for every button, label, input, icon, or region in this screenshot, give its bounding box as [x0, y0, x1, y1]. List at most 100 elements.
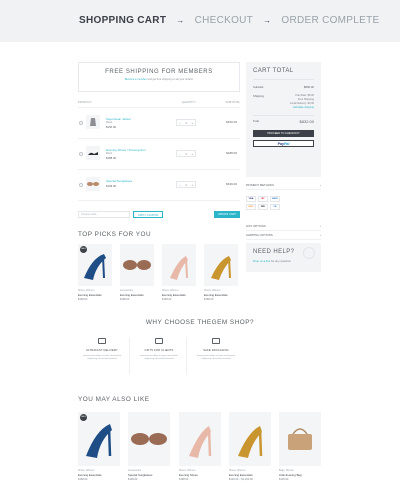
visa-icon: VISA [246, 196, 256, 202]
feature-title: GIFTS FOR CLIENTS [144, 349, 174, 352]
truck-icon [98, 338, 106, 344]
top-picks-title: TOP PICKS FOR YOU [78, 231, 152, 238]
calculate-shipping-link[interactable]: Calculate shipping [293, 106, 314, 109]
quantity-value[interactable]: 1 [185, 121, 187, 125]
product-category[interactable]: Shoes, Women [204, 289, 238, 292]
plus-icon[interactable]: + [191, 183, 193, 187]
product-image[interactable] [229, 412, 271, 466]
remove-item-icon[interactable] [79, 121, 83, 125]
feature-divider [129, 337, 130, 375]
gift-options-toggle[interactable]: GIFT OPTIONS › [246, 222, 321, 231]
product-category[interactable]: Shoes, Women [179, 469, 221, 472]
amex-icon: AMEX [270, 196, 280, 202]
product-category[interactable]: Shoes, Women [229, 469, 271, 472]
product-category[interactable]: Accessories [120, 289, 154, 292]
cart-row: Evening Shoes / Dovengolem Black $188.00… [78, 139, 240, 170]
product-name[interactable]: Evening Essentials [78, 293, 112, 297]
apply-coupon-button[interactable]: APPLY COUPON [133, 211, 164, 218]
cart-total-title: CART TOTAL [253, 68, 314, 80]
product-image[interactable] [120, 244, 154, 286]
shipping-options-toggle[interactable]: SHIPPING OPTIONS › [246, 231, 321, 240]
step-checkout[interactable]: CHECKOUT [195, 15, 254, 26]
product-name[interactable]: Evening Essentials [204, 293, 238, 297]
product-card[interactable]: Accessories Evening Essentials $168.00 [120, 244, 154, 301]
payment-methods-toggle[interactable]: PAYMENT METHODS › [246, 183, 321, 190]
product-image[interactable] [179, 412, 221, 466]
product-card[interactable]: Accessories Special Sunglasses $199.00 [128, 412, 170, 481]
product-name[interactable]: Evening Essentials [229, 473, 271, 477]
product-card[interactable]: Shoes, Women Evening Shoes $188.00 [179, 412, 221, 481]
applepay-icon: PAY [258, 204, 268, 210]
update-cart-button[interactable]: UPDATE CART [213, 211, 240, 218]
product-name[interactable]: Evening Shoes [179, 473, 221, 477]
banner-text-post: and get free shipping on all your orders… [146, 78, 194, 81]
coupon-input[interactable]: Coupon code [78, 211, 130, 218]
sale-badge: SALE [80, 414, 87, 421]
proceed-checkout-button[interactable]: PROCEED TO CHECKOUT [253, 130, 314, 137]
product-category[interactable]: Shoes, Women [78, 469, 120, 472]
shipping-options[interactable]: Flat Rate: $5.00 Free Shipping Local Del… [290, 94, 314, 110]
gift-options-label: GIFT OPTIONS [246, 224, 266, 228]
item-name[interactable]: Special Sunglasses [106, 179, 132, 183]
gift-icon [155, 338, 163, 344]
minus-icon[interactable]: − [179, 121, 181, 125]
subtotal-value: $800.00 [303, 85, 314, 89]
product-card[interactable]: SALE Shoes, Women Evening Essentials $16… [78, 244, 112, 301]
product-card[interactable]: Bags, Women Little Evening Bag $135.00 [279, 412, 321, 481]
product-card[interactable]: Shoes, Women Evening Essentials $120.00 … [229, 412, 271, 481]
drop-us-line-link[interactable]: Drop us a line [253, 259, 270, 263]
paypal-logo-pal: Pal [284, 142, 290, 146]
col-product: PRODUCT [78, 100, 92, 104]
sale-badge: SALE [80, 246, 87, 253]
minus-icon[interactable]: − [179, 152, 181, 156]
banner-title: FREE SHIPPING FOR MEMBERS [105, 69, 213, 75]
total-value: $832.00 [299, 119, 314, 124]
cart-row: Special Sunglasses $199.00 −1 + $199.00 [78, 170, 240, 201]
product-image[interactable] [279, 412, 321, 466]
quantity-stepper[interactable]: −1 + [176, 119, 196, 126]
product-name[interactable]: Evening Essentials [120, 293, 154, 297]
become-member-link[interactable]: Become a member [125, 78, 147, 81]
item-variant: Black [106, 152, 113, 155]
remove-item-icon[interactable] [79, 152, 83, 156]
quantity-stepper[interactable]: −1 + [176, 181, 196, 188]
product-card[interactable]: Shoes, Women Evening Essentials $168.00 [162, 244, 196, 301]
product-image[interactable] [162, 244, 196, 286]
product-category[interactable]: Bags, Women [279, 469, 321, 472]
plus-icon[interactable]: + [191, 121, 193, 125]
product-price: $168.00 [120, 298, 130, 301]
remove-item-icon[interactable] [79, 183, 83, 187]
product-category[interactable]: Shoes, Women [78, 289, 112, 292]
product-thumbnail[interactable] [86, 115, 100, 129]
quantity-value[interactable]: 1 [185, 152, 187, 156]
product-name[interactable]: Evening Essentials [162, 293, 196, 297]
quantity-value[interactable]: 1 [185, 183, 187, 187]
step-shopping-cart[interactable]: SHOPPING CART [79, 15, 166, 26]
product-image[interactable]: SALE [78, 244, 112, 286]
quantity-stepper[interactable]: −1 + [176, 150, 196, 157]
product-image[interactable] [128, 412, 170, 466]
product-image[interactable] [204, 244, 238, 286]
product-thumbnail[interactable] [86, 177, 100, 191]
paypal-button[interactable]: PayPal [253, 140, 314, 147]
feature-title: ULTRAFAST DELIVERY [86, 349, 118, 352]
product-name[interactable]: Special Sunglasses [128, 473, 170, 477]
product-category[interactable]: Accessories [128, 469, 170, 472]
product-card[interactable]: SALE Shoes, Women Evening Essentials $16… [78, 412, 120, 481]
cart-row: Superclean Jacket Black $150.00 −1 + $150… [78, 108, 240, 139]
discover-icon: DISC [246, 204, 256, 210]
product-name[interactable]: Evening Essentials [78, 473, 120, 477]
minus-icon[interactable]: − [179, 183, 181, 187]
plus-icon[interactable]: + [191, 152, 193, 156]
step-arrow-icon: → [176, 16, 185, 25]
product-name[interactable]: Little Evening Bag [279, 473, 321, 477]
free-shipping-banner: FREE SHIPPING FOR MEMBERS Become a membe… [78, 62, 240, 92]
package-icon [212, 338, 220, 344]
product-image[interactable]: SALE [78, 412, 120, 466]
product-card[interactable]: Shoes, Women Evening Essentials $168.00 [204, 244, 238, 301]
product-category[interactable]: Shoes, Women [162, 289, 196, 292]
step-arrow-icon: → [263, 16, 272, 25]
extra-options: GIFT OPTIONS › SHIPPING OPTIONS › [246, 222, 321, 240]
col-subtotal: SUBTOTAL [225, 100, 240, 104]
product-thumbnail[interactable] [86, 146, 100, 160]
